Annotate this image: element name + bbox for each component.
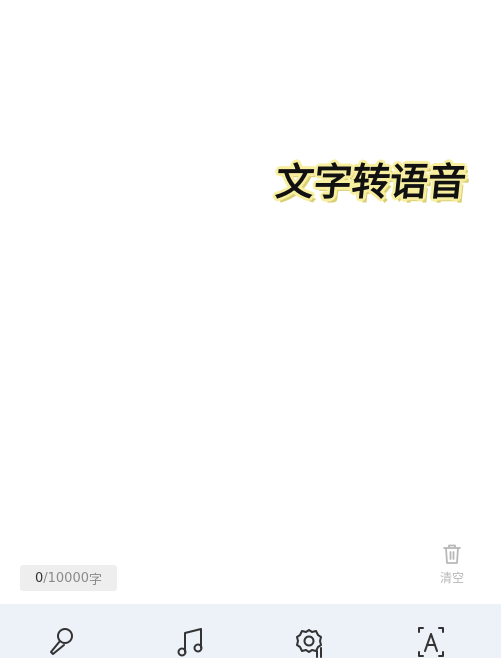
tts-screen: 文字转语音 0 /10000 字 清空	[0, 0, 501, 658]
tab-microphone[interactable]	[42, 626, 82, 658]
tab-text[interactable]	[411, 626, 451, 658]
microphone-icon	[48, 626, 76, 658]
settings-gear-icon	[293, 626, 325, 658]
tab-settings[interactable]	[289, 626, 329, 658]
text-input-area[interactable]	[0, 0, 501, 552]
counter-current: 0	[34, 570, 44, 586]
clear-label: 清空	[439, 571, 464, 585]
text-box-icon	[417, 626, 445, 658]
counter-unit: 字	[89, 572, 103, 588]
clear-button[interactable]: 清空	[432, 543, 472, 593]
bottom-toolbar	[0, 604, 501, 658]
music-note-icon	[176, 626, 206, 658]
tab-music[interactable]	[171, 626, 211, 658]
character-counter: 0 /10000 字	[20, 565, 117, 591]
trash-icon	[442, 543, 462, 565]
counter-max: 10000	[47, 570, 89, 586]
overlay-title: 文字转语音	[273, 160, 469, 204]
